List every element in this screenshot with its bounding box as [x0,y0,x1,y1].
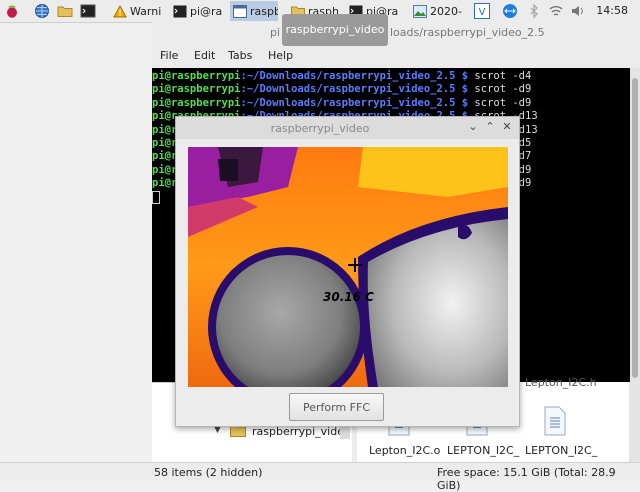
teamviewer-icon[interactable] [502,3,518,19]
terminal-title: loads/raspberrypi_video_2.5 [390,26,545,39]
file-label[interactable]: LEPTON_I2C_ [525,444,597,457]
maximize-icon[interactable]: ⌃ [483,120,497,134]
warning-icon [113,4,127,17]
file-label-partial: Lepton_I2C.h [525,376,597,389]
terminal-title-prefix: pi [270,26,281,39]
menu-file[interactable]: File [160,49,178,62]
task-terminal-1[interactable]: pi@ra [170,1,228,21]
video-window: raspberrypi_video ⌄ ⌃ ✕ 30.16 C Perform … [175,116,520,427]
task-label: raspb [250,4,278,18]
video-titlebar[interactable]: raspberrypi_video ⌄ ⌃ ✕ [176,117,519,139]
raspberry-menu-icon[interactable] [4,3,20,19]
terminal-line: pi@raspberrypi:~/Downloads/raspberrypi_v… [152,83,532,96]
vnc-icon[interactable]: V [474,3,490,19]
minimize-icon[interactable]: ⌄ [466,120,480,134]
menu-tabs[interactable]: Tabs [228,49,252,62]
terminal-icon [173,5,187,17]
image-icon [413,4,427,18]
globe-icon[interactable] [34,3,50,19]
terminal-cursor [152,190,160,204]
terminal-line: pi@raspberrypi:~/Downloads/raspberrypi_v… [152,70,532,82]
menu-edit[interactable]: Edit [194,49,215,62]
close-icon[interactable]: ✕ [500,120,514,134]
file-icon[interactable] [543,406,567,436]
terminal-scrollbar[interactable] [630,68,640,404]
taskbar-tooltip: raspberrypi_video [282,14,388,46]
window-icon [233,4,247,18]
status-free-space: Free space: 15.1 GiB (Total: 28.9 GiB) [437,466,616,492]
task-video-window[interactable]: raspb [230,1,278,21]
folder-icon[interactable] [57,3,73,19]
tree-scrollbar[interactable] [340,425,350,439]
status-items: 58 items (2 hidden) [154,466,263,479]
status-bar: 58 items (2 hidden) Free space: 15.1 GiB… [0,462,640,492]
menu-help[interactable]: Help [268,49,293,62]
clock[interactable]: 14:58 [596,4,628,17]
perform-ffc-button[interactable]: Perform FFC [289,393,384,421]
thermal-image[interactable]: 30.16 C [188,147,508,387]
task-label: 2020- [430,4,462,18]
terminal-titlebar[interactable]: pi loads/raspberrypi_video_2.5 [152,22,640,44]
task-label: pi@ra [190,4,223,18]
video-window-title: raspberrypi_video [270,122,370,135]
volume-icon[interactable] [570,3,586,19]
task-label: Warni [130,4,162,18]
file-label[interactable]: Lepton_I2C.o [369,444,440,457]
file-scrollbar[interactable] [629,382,640,462]
scrollbar-thumb[interactable] [632,78,638,378]
task-image-viewer[interactable]: 2020- [410,1,468,21]
svg-text:V: V [479,7,486,18]
task-warning[interactable]: Warni [110,1,168,21]
temperature-readout: 30.16 C [323,290,374,304]
terminal-icon[interactable] [80,3,96,19]
file-label[interactable]: LEPTON_I2C_ [447,444,519,457]
wifi-icon[interactable] [548,3,564,19]
terminal-line: pi@raspberrypi:~/Downloads/raspberrypi_v… [152,96,532,109]
bluetooth-icon[interactable] [526,3,542,19]
